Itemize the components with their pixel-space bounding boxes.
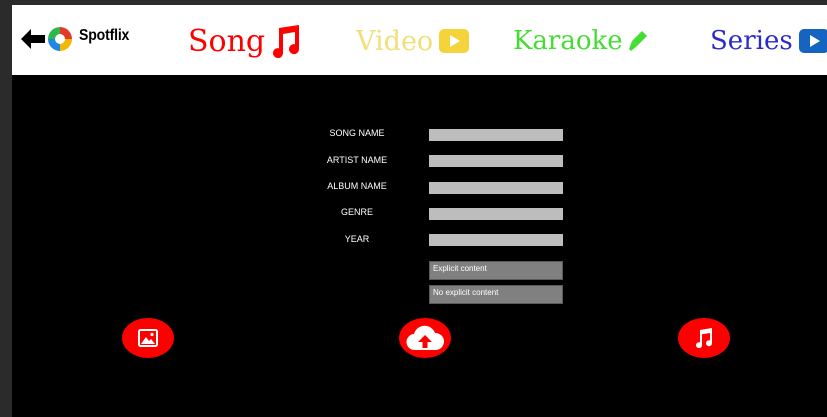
music-note-icon (696, 328, 713, 348)
microphone-icon (628, 31, 647, 51)
year-label: YEAR (344, 234, 370, 244)
tab-series-label: Series (710, 26, 793, 56)
artist-name-input[interactable] (429, 155, 563, 167)
tab-video-label: Video (356, 25, 434, 57)
add-audio-button[interactable] (678, 318, 730, 358)
song-name-label: SONG NAME (329, 128, 385, 138)
genre-label: GENRE (340, 207, 373, 217)
tab-song-label: Song (188, 23, 266, 59)
no-explicit-content-label: No explicit content (433, 288, 499, 297)
music-note-icon (273, 25, 300, 58)
spotflix-logo-icon (48, 27, 72, 51)
album-name-label: ALBUM NAME (327, 181, 387, 191)
upload-button[interactable] (399, 318, 451, 358)
top-navigation-bar: Spotflix Song Video Karaoke Series (12, 5, 827, 75)
image-icon (138, 329, 158, 347)
add-image-button[interactable] (122, 318, 174, 358)
genre-input[interactable] (429, 208, 563, 220)
song-name-input[interactable] (429, 129, 563, 141)
tab-series[interactable]: Series (710, 19, 827, 63)
no-explicit-content-option[interactable]: No explicit content (429, 285, 563, 304)
explicit-content-option[interactable]: Explicit content (429, 261, 563, 280)
play-icon (439, 29, 470, 53)
cloud-upload-icon (406, 325, 445, 351)
back-arrow-icon[interactable] (19, 26, 47, 52)
year-input[interactable] (429, 234, 563, 246)
tab-karaoke-label: Karaoke (513, 26, 623, 56)
album-name-input[interactable] (429, 182, 563, 194)
explicit-content-label: Explicit content (433, 264, 487, 273)
brand-name: Spotflix (79, 27, 130, 44)
artist-name-label: ARTIST NAME (326, 155, 388, 165)
play-icon (798, 29, 827, 53)
tab-karaoke[interactable]: Karaoke (513, 19, 649, 63)
tab-song[interactable]: Song (188, 19, 301, 63)
app-window: Spotflix Song Video Karaoke Series SONG … (12, 5, 827, 417)
tab-video[interactable]: Video (356, 19, 470, 63)
